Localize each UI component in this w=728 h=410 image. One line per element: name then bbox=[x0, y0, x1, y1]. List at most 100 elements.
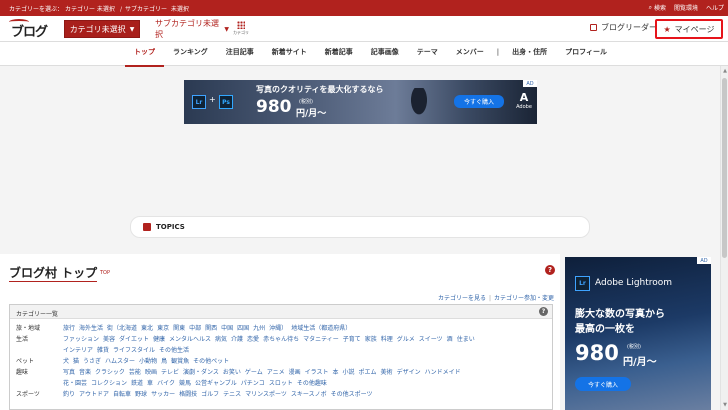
category-link[interactable]: その他ペット bbox=[193, 358, 229, 365]
reading-settings-link[interactable]: 閲覧環境 bbox=[674, 3, 698, 12]
category-link[interactable]: 競馬 bbox=[179, 380, 191, 387]
category-link[interactable]: 酒 bbox=[447, 336, 453, 343]
category-select[interactable]: カテゴリ未選択 ▼ bbox=[64, 20, 140, 38]
category-link[interactable]: 九州 bbox=[253, 325, 265, 332]
search-link[interactable]: ⌕ 検索 bbox=[649, 3, 666, 13]
category-link[interactable]: 小動物 bbox=[139, 358, 157, 365]
category-link[interactable]: 漫画 bbox=[289, 369, 301, 376]
ad-choices-icon[interactable]: AD bbox=[523, 80, 537, 87]
category-link[interactable]: 美容 bbox=[103, 336, 115, 343]
category-link[interactable]: 演劇・ダンス bbox=[183, 369, 219, 376]
scroll-down-icon[interactable]: ▼ bbox=[722, 402, 728, 408]
category-link[interactable]: 病気 bbox=[215, 336, 227, 343]
category-link[interactable]: 格闘技 bbox=[179, 391, 197, 398]
nav-item[interactable]: 新着記事 bbox=[316, 42, 362, 66]
category-link[interactable]: ゴルフ bbox=[201, 391, 219, 398]
category-link[interactable]: 海外生活 bbox=[79, 325, 103, 332]
category-link[interactable]: テレビ bbox=[161, 369, 179, 376]
site-logo[interactable]: ブログ村 bbox=[9, 19, 57, 59]
scroll-up-icon[interactable]: ▲ bbox=[722, 68, 728, 74]
category-link[interactable]: 音楽 bbox=[79, 369, 91, 376]
category-link[interactable]: 街（北海道 bbox=[107, 325, 137, 332]
category-link[interactable]: 小説 bbox=[343, 369, 355, 376]
category-link[interactable]: ハムスター bbox=[105, 358, 135, 365]
category-link[interactable]: 東京 bbox=[157, 325, 169, 332]
category-link[interactable]: スキースノボ bbox=[291, 391, 327, 398]
nav-item[interactable]: ランキング bbox=[164, 42, 217, 66]
blog-reader-link[interactable]: ブログリーダー bbox=[590, 22, 657, 33]
category-grid-button[interactable]: カテゴリ bbox=[232, 20, 250, 40]
category-link[interactable]: デザイン bbox=[397, 369, 421, 376]
category-link[interactable]: 住まい bbox=[457, 336, 475, 343]
nav-item[interactable]: メンバー bbox=[447, 42, 493, 66]
category-link[interactable]: うさぎ bbox=[83, 358, 101, 365]
category-link[interactable]: アウトドア bbox=[79, 391, 109, 398]
category-link[interactable]: 関東 bbox=[173, 325, 185, 332]
mypage-button[interactable]: ★ マイページ bbox=[655, 19, 723, 39]
category-link[interactable]: 写真 bbox=[63, 369, 75, 376]
category-link[interactable]: ファッション bbox=[63, 336, 99, 343]
ad-banner-side[interactable]: AD Lr Adobe Lightroom 膨大な数の写真から 最高の一枚を 9… bbox=[565, 257, 711, 410]
category-link[interactable]: サッカー bbox=[151, 391, 175, 398]
help-link[interactable]: ヘルプ bbox=[706, 3, 724, 12]
category-link[interactable]: 旅行 bbox=[63, 325, 75, 332]
category-link[interactable]: イラスト bbox=[305, 369, 329, 376]
category-link[interactable]: ハンドメイド bbox=[425, 369, 461, 376]
category-link[interactable]: 猫 bbox=[73, 358, 79, 365]
category-link[interactable]: インテリア bbox=[63, 347, 93, 354]
category-link[interactable]: 中国 bbox=[221, 325, 233, 332]
category-link[interactable]: マタニティー bbox=[303, 336, 339, 343]
category-link[interactable]: ゲーム bbox=[245, 369, 263, 376]
category-link[interactable]: 野球 bbox=[135, 391, 147, 398]
ad-choices-icon[interactable]: AD bbox=[697, 257, 711, 264]
category-link[interactable]: 子育て bbox=[343, 336, 361, 343]
nav-item[interactable]: 注目記事 bbox=[217, 42, 263, 66]
category-link[interactable]: 赤ちゃん待ち bbox=[263, 336, 299, 343]
category-link[interactable]: コレクション bbox=[91, 380, 127, 387]
category-link[interactable]: メンタルヘルス bbox=[169, 336, 211, 343]
category-link[interactable]: 美術 bbox=[381, 369, 393, 376]
category-link[interactable]: 地域生活（都道府県） bbox=[291, 325, 351, 332]
category-link[interactable]: 犬 bbox=[63, 358, 69, 365]
nav-item[interactable]: 出身・住所 bbox=[503, 42, 556, 66]
category-link[interactable]: スイーツ bbox=[419, 336, 443, 343]
category-link[interactable]: 恋愛 bbox=[247, 336, 259, 343]
category-link[interactable]: その他スポーツ bbox=[331, 391, 373, 398]
category-link[interactable]: パチンコ bbox=[241, 380, 265, 387]
category-link[interactable]: ダイエット bbox=[119, 336, 149, 343]
nav-item[interactable]: 新着サイト bbox=[263, 42, 316, 66]
category-link[interactable]: 観賞魚 bbox=[171, 358, 189, 365]
category-link[interactable]: 本 bbox=[333, 369, 339, 376]
category-link[interactable]: バイク bbox=[157, 380, 175, 387]
category-link[interactable]: 花・園芸 bbox=[63, 380, 87, 387]
view-categories-link[interactable]: カテゴリーを見る bbox=[438, 295, 486, 302]
category-link[interactable]: その他趣味 bbox=[297, 380, 327, 387]
question-icon[interactable]: ? bbox=[539, 307, 548, 316]
category-link[interactable]: 鉄道 bbox=[131, 380, 143, 387]
category-link[interactable]: 沖縄） bbox=[269, 325, 287, 332]
category-link[interactable]: 雑貨 bbox=[97, 347, 109, 354]
category-link[interactable]: 東北 bbox=[141, 325, 153, 332]
join-category-link[interactable]: カテゴリー参加・変更 bbox=[494, 295, 554, 302]
category-link[interactable]: 車 bbox=[147, 380, 153, 387]
category-link[interactable]: 介護 bbox=[231, 336, 243, 343]
ad-banner-top[interactable]: Lr + Ps 写真のクオリティを最大化するなら 980 (税別) 円/月〜 今… bbox=[184, 80, 537, 124]
category-link[interactable]: マリンスポーツ bbox=[245, 391, 287, 398]
nav-item[interactable]: テーマ bbox=[408, 42, 447, 66]
category-link[interactable]: グルメ bbox=[397, 336, 415, 343]
nav-item[interactable]: 記事画像 bbox=[362, 42, 408, 66]
help-icon[interactable]: ? bbox=[545, 265, 555, 275]
category-link[interactable]: お笑い bbox=[223, 369, 241, 376]
ad-buy-button[interactable]: 今すぐ購入 bbox=[454, 95, 504, 108]
category-breadcrumb-link[interactable]: カテゴリー 未選択 bbox=[65, 6, 115, 13]
ad-buy-button[interactable]: 今すぐ購入 bbox=[575, 377, 631, 391]
category-link[interactable]: 芸能 bbox=[129, 369, 141, 376]
category-link[interactable]: スロット bbox=[269, 380, 293, 387]
category-link[interactable]: ポエム bbox=[359, 369, 377, 376]
category-link[interactable]: 映画 bbox=[145, 369, 157, 376]
subcategory-breadcrumb-link[interactable]: 未選択 bbox=[171, 6, 189, 13]
category-link[interactable]: 関西 bbox=[205, 325, 217, 332]
category-link[interactable]: 釣り bbox=[63, 391, 75, 398]
category-link[interactable]: 公営ギャンブル bbox=[195, 380, 237, 387]
subcategory-select[interactable]: サブカテゴリ未選択 ▼ bbox=[143, 19, 229, 39]
